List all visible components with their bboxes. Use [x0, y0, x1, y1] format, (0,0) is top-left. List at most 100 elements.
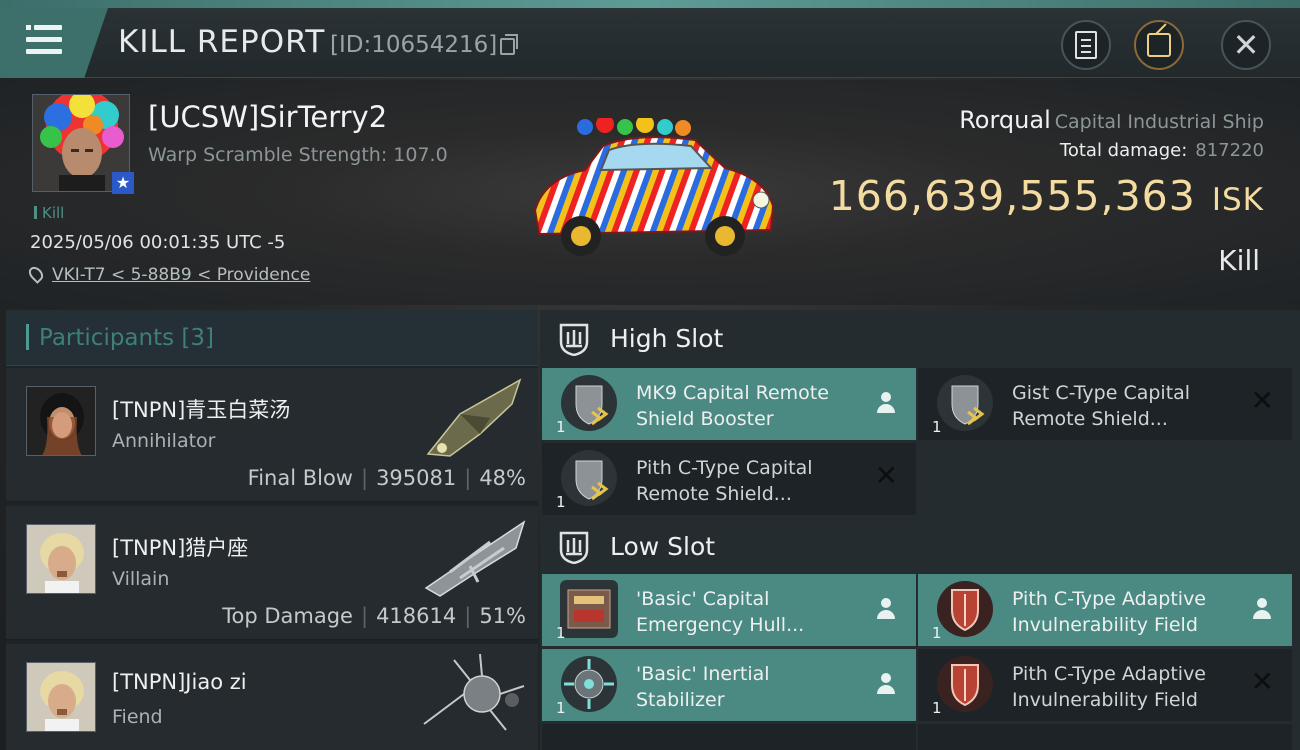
module-quantity: 1 [556, 624, 566, 642]
participant-name: [TNPN]青玉白菜汤 [112, 398, 291, 422]
invulnerability-field-icon [936, 580, 994, 638]
ship-class-text: Capital Industrial Ship [1054, 111, 1264, 133]
module-name: Pith C-Type Adaptive Invulnerability Fie… [1012, 588, 1206, 636]
hamburger-icon [26, 25, 62, 55]
ship-name-text: Rorqual [959, 106, 1051, 134]
victim-name[interactable]: [UCSW]SirTerry2 [148, 100, 387, 134]
menu-button[interactable] [0, 8, 108, 78]
header-bar: KILL REPORT [ID:10654216] ✕ [0, 8, 1300, 78]
hull-repairer-icon [560, 580, 618, 638]
participants-panel: Participants [3] [TNPN]青玉白菜汤 Annihilator… [6, 310, 538, 750]
module-item[interactable]: 1 Pith C-Type Adaptive Invulnerability F… [918, 649, 1292, 721]
participant-name: [TNPN]Jiao zi [112, 670, 247, 694]
participant-row[interactable]: [TNPN]Jiao zi Fiend [6, 644, 538, 750]
participant-name: [TNPN]猎户座 [112, 536, 249, 560]
participant-ship-image [420, 650, 530, 740]
participant-row[interactable]: [TNPN]青玉白菜汤 Annihilator Final Blow | 39508… [6, 368, 538, 502]
destroyed-x-icon: ✕ [1250, 665, 1274, 698]
module-item[interactable]: 1 Pith C-Type Capital Remote Shield... ✕ [542, 443, 916, 515]
module-item[interactable]: 1 MK9 Capital Remote Shield Booster [542, 368, 916, 440]
module-item[interactable]: 1 'Basic' Capital Emergency Hull... [542, 574, 916, 646]
location-pin-icon [26, 264, 46, 284]
module-name: 'Basic' Capital Emergency Hull... [636, 588, 805, 636]
participant-stats: Top Damage | 418614 | 51% [222, 604, 526, 628]
tab-participants[interactable]: Participants [3] [6, 310, 538, 366]
kill-report-screen: KILL REPORT [ID:10654216] ✕ ★ [UCSW]SirT… [0, 0, 1300, 750]
participant-percent: 51% [479, 604, 526, 628]
low-slot-icon [559, 531, 589, 564]
high-slot-header: High Slot [540, 310, 1300, 368]
module-quantity: 1 [556, 418, 566, 436]
clipboard-button[interactable] [1061, 20, 1111, 70]
participant-damage: 395081 [376, 466, 457, 490]
module-item-partial[interactable] [542, 724, 916, 750]
participant-ship-image [420, 374, 530, 464]
inertial-stabilizer-icon [560, 655, 618, 713]
location-link[interactable]: VKI-T7 < 5-88B9 < Providence [26, 264, 311, 285]
high-slot-label: High Slot [610, 324, 724, 353]
warp-scramble-strength: Warp Scramble Strength: 107.0 [148, 144, 448, 166]
isk-unit: ISK [1211, 182, 1264, 218]
module-item[interactable]: 1 'Basic' Inertial Stabilizer [542, 649, 916, 721]
total-damage-value: 817220 [1195, 140, 1264, 161]
low-slot-label: Low Slot [610, 532, 716, 561]
clipboard-icon [1075, 31, 1097, 59]
module-name: 'Basic' Inertial Stabilizer [636, 663, 770, 711]
module-item-partial[interactable] [918, 724, 1292, 750]
module-quantity: 1 [556, 699, 566, 717]
participants-tab-label: Participants [3] [26, 324, 214, 351]
module-name: MK9 Capital Remote Shield Booster [636, 382, 829, 430]
dropped-person-icon [876, 673, 896, 695]
module-item[interactable]: 1 Pith C-Type Adaptive Invulnerability F… [918, 574, 1292, 646]
invulnerability-field-icon [936, 655, 994, 713]
share-icon [1147, 33, 1171, 57]
module-name: Pith C-Type Capital Remote Shield... [636, 457, 813, 505]
participant-avatar[interactable] [26, 524, 96, 594]
high-slot-icon [559, 323, 589, 356]
dropped-person-icon [876, 598, 896, 620]
participant-avatar[interactable] [26, 662, 96, 732]
isk-value: 166,639,555,363 ISK [829, 172, 1264, 220]
report-id: [ID:10654216] [330, 32, 498, 58]
close-icon: ✕ [1232, 26, 1260, 64]
participant-percent: 48% [479, 466, 526, 490]
participant-damage: 418614 [376, 604, 457, 628]
copy-icon[interactable] [500, 34, 518, 55]
participant-role: Top Damage [222, 604, 353, 628]
dropped-person-icon [876, 392, 896, 414]
participant-ship: Villain [112, 568, 170, 590]
total-damage-label: Total damage: [1059, 140, 1188, 161]
shield-booster-icon [936, 374, 994, 432]
participant-avatar[interactable] [26, 386, 96, 456]
isk-amount: 166,639,555,363 [828, 172, 1196, 220]
module-item[interactable]: 1 Gist C-Type Capital Remote Shield... ✕ [918, 368, 1292, 440]
module-quantity: 1 [932, 624, 942, 642]
participant-role: Final Blow [247, 466, 353, 490]
participant-ship: Annihilator [112, 430, 216, 452]
participant-stats: Final Blow | 395081 | 48% [247, 466, 526, 490]
close-button[interactable]: ✕ [1221, 20, 1271, 70]
victim-summary: ★ [UCSW]SirTerry2 Warp Scramble Strength… [0, 80, 1300, 305]
kill-datetime: 2025/05/06 00:01:35 UTC -5 [30, 232, 286, 253]
low-slot-header: Low Slot [540, 518, 1300, 576]
victim-ship-name[interactable]: Rorqual Capital Industrial Ship [959, 106, 1264, 134]
top-accent-line [0, 0, 1300, 8]
module-quantity: 1 [932, 418, 942, 436]
fitting-panel: High Slot 1 MK9 Capital Remote Shield Bo… [540, 310, 1300, 750]
shield-booster-icon [560, 449, 618, 507]
participant-row[interactable]: [TNPN]猎户座 Villain Top Damage | 418614 | 51% [6, 506, 538, 640]
star-badge-icon: ★ [112, 172, 134, 194]
module-name: Pith C-Type Adaptive Invulnerability Fie… [1012, 663, 1206, 711]
destroyed-x-icon: ✕ [1250, 384, 1274, 417]
share-button[interactable] [1134, 20, 1184, 70]
participant-ship: Fiend [112, 706, 163, 728]
destroyed-x-icon: ✕ [874, 459, 898, 492]
participant-ship-image [420, 512, 530, 602]
module-name: Gist C-Type Capital Remote Shield... [1012, 382, 1191, 430]
result-label: Kill [1218, 244, 1260, 277]
location-text: VKI-T7 < 5-88B9 < Providence [52, 265, 311, 285]
dropped-person-icon [1252, 598, 1272, 620]
kill-tag: Kill [34, 204, 64, 222]
shield-booster-icon [560, 374, 618, 432]
module-quantity: 1 [932, 699, 942, 717]
